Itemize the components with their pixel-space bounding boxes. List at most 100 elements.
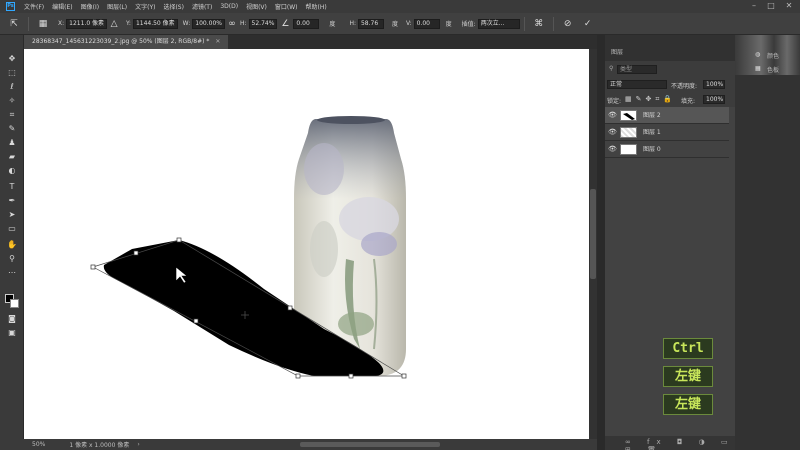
vertical-scrollbar[interactable]: [589, 49, 597, 439]
layer-row-0[interactable]: 👁 图层 0: [605, 141, 729, 158]
menu-window[interactable]: 窗口(W): [271, 2, 302, 11]
menu-edit[interactable]: 编辑(E): [48, 2, 76, 11]
crop-tool-icon[interactable]: ⌗: [5, 109, 19, 120]
type-tool-icon[interactable]: T: [5, 181, 19, 192]
marquee-tool-icon[interactable]: ⬚: [5, 67, 19, 78]
background-color-swatch[interactable]: [10, 299, 19, 308]
shape-tool-icon[interactable]: ▭: [5, 223, 19, 234]
link-icon[interactable]: ∞: [226, 18, 238, 30]
divider: [523, 16, 525, 31]
angle-unit: 度: [329, 21, 336, 28]
ps-logo: Ps: [6, 2, 15, 11]
layer-actions-icons[interactable]: ∞ fx ◘ ◑ ▭ ⊞ 🗑: [625, 438, 735, 450]
close-icon[interactable]: ✕: [780, 0, 798, 13]
swatches-panel-tab[interactable]: 色板: [767, 65, 779, 74]
hand-tool-icon[interactable]: ✋: [5, 239, 19, 250]
x-field[interactable]: 1211.0 像素: [66, 18, 108, 29]
relative-position-icon[interactable]: △: [108, 18, 120, 30]
pen-tool-icon[interactable]: ✒: [5, 195, 19, 206]
screen-mode-icon[interactable]: ▣: [5, 327, 19, 338]
stamp-tool-icon[interactable]: ♟: [5, 137, 19, 148]
layer-thumbnail: [620, 127, 637, 138]
photoshop-window: Ps 文件(F) 编辑(E) 图像(I) 图层(L) 文字(Y) 选择(S) 滤…: [0, 0, 800, 450]
opacity-field[interactable]: 100%: [703, 80, 725, 89]
layer-row-1[interactable]: 👁 图层 1: [605, 124, 729, 141]
move-tool-icon[interactable]: ✥: [5, 53, 19, 64]
lock-icons[interactable]: ▦✎✥⌗🔒: [625, 95, 676, 104]
lock-row: 锁定: ▦✎✥⌗🔒 填充: 100%: [605, 95, 735, 105]
visibility-eye-icon[interactable]: 👁: [608, 141, 617, 158]
vskew-field[interactable]: 0.00: [413, 18, 440, 29]
layer-name: 图层 2: [643, 112, 661, 119]
menu-3d[interactable]: 3D(D): [216, 3, 242, 10]
divider: [552, 16, 554, 31]
layer-name: 图层 0: [643, 146, 661, 153]
eraser-tool-icon[interactable]: ▰: [5, 151, 19, 162]
h-field[interactable]: 52.74%: [248, 18, 278, 29]
shortcut-key-ctrl: Ctrl: [663, 338, 713, 359]
menu-select[interactable]: 选择(S): [159, 2, 188, 11]
layer-filter-kind[interactable]: 类型: [617, 65, 657, 74]
fill-field[interactable]: 100%: [703, 95, 725, 104]
interpolation-label: 插值:: [461, 21, 476, 28]
menu-filter[interactable]: 滤镜(T): [188, 2, 216, 11]
hskew-field[interactable]: 58.76: [357, 18, 384, 29]
menu-help[interactable]: 帮助(H): [302, 2, 331, 11]
swatches-grid-icon[interactable]: ▦: [755, 65, 761, 72]
layer-filter-row: ⚲ 类型: [605, 65, 735, 75]
layer-thumbnail: [620, 110, 637, 121]
status-arrow-icon[interactable]: ›: [137, 441, 139, 448]
document-tab-title: 28368347_145631223039_2.jpg @ 50% (图层 2,…: [32, 38, 210, 45]
h-label: H:: [239, 20, 247, 27]
more-tools-icon[interactable]: ⋯: [5, 267, 19, 278]
document-info: 1 像素 x 1.0000 像素: [69, 442, 130, 449]
lock-label: 锁定:: [607, 98, 622, 105]
reference-point-icon[interactable]: ▦: [37, 18, 49, 30]
y-field[interactable]: 1144.50 像素: [132, 18, 178, 29]
close-tab-icon[interactable]: ✕: [215, 38, 220, 45]
menu-image[interactable]: 图像(I): [77, 2, 103, 11]
minimize-icon[interactable]: –: [745, 0, 763, 13]
vertical-scroll-thumb[interactable]: [590, 189, 596, 279]
visibility-eye-icon[interactable]: 👁: [608, 107, 617, 124]
menu-view[interactable]: 视图(V): [242, 2, 271, 11]
menu-bar: Ps 文件(F) 编辑(E) 图像(I) 图层(L) 文字(Y) 选择(S) 滤…: [0, 0, 800, 13]
lasso-tool-icon[interactable]: ℓ: [5, 81, 19, 92]
quick-mask-icon[interactable]: ◙: [5, 313, 19, 324]
w-field[interactable]: 100.00%: [192, 18, 225, 29]
warp-icon[interactable]: ⌘: [533, 18, 545, 30]
status-bar: 50% 1 像素 x 1.0000 像素 ›: [0, 439, 597, 450]
visibility-eye-icon[interactable]: 👁: [608, 124, 617, 141]
document-tab-bar: 28368347_145631223039_2.jpg @ 50% (图层 2,…: [24, 35, 597, 49]
blend-mode-select[interactable]: 正常: [607, 80, 667, 89]
color-wheel-icon[interactable]: ◍: [755, 51, 760, 58]
maximize-icon[interactable]: □: [762, 0, 780, 13]
angle-field[interactable]: 0.00: [293, 18, 320, 29]
magic-wand-tool-icon[interactable]: ✧: [5, 95, 19, 106]
layers-tab[interactable]: 图层: [611, 47, 623, 56]
document-canvas[interactable]: [24, 49, 589, 439]
divider: [28, 16, 29, 31]
interpolation-select[interactable]: 两次立...: [477, 18, 520, 29]
path-select-tool-icon[interactable]: ➤: [5, 209, 19, 220]
right-dock: 颜色 色板 ◍ ▦: [735, 35, 800, 450]
document-tab[interactable]: 28368347_145631223039_2.jpg @ 50% (图层 2,…: [24, 35, 229, 49]
layers-list: 👁 图层 2 👁 图层 1 👁 图层 0: [605, 107, 735, 437]
menu-layer[interactable]: 图层(L): [103, 2, 131, 11]
color-panel-tab[interactable]: 颜色: [767, 51, 779, 60]
zoom-tool-icon[interactable]: ⚲: [5, 253, 19, 264]
zoom-level[interactable]: 50%: [32, 441, 45, 448]
layer-row-2[interactable]: 👁 图层 2: [605, 107, 729, 124]
menu-file[interactable]: 文件(F): [20, 2, 48, 11]
hskew-label: H:: [349, 20, 356, 27]
menu-type[interactable]: 文字(Y): [131, 2, 159, 11]
transform-tool-icon[interactable]: ⇱: [8, 18, 20, 30]
cancel-transform-icon[interactable]: ⊘: [562, 18, 574, 30]
brush-tool-icon[interactable]: ✎: [5, 123, 19, 134]
dodge-tool-icon[interactable]: ◐: [5, 165, 19, 176]
commit-transform-icon[interactable]: ✓: [582, 18, 594, 30]
horizontal-scroll-thumb[interactable]: [300, 442, 440, 447]
angle-icon: ∠: [281, 18, 290, 29]
layer-thumbnail: [620, 144, 637, 155]
search-icon: ⚲: [609, 65, 614, 72]
